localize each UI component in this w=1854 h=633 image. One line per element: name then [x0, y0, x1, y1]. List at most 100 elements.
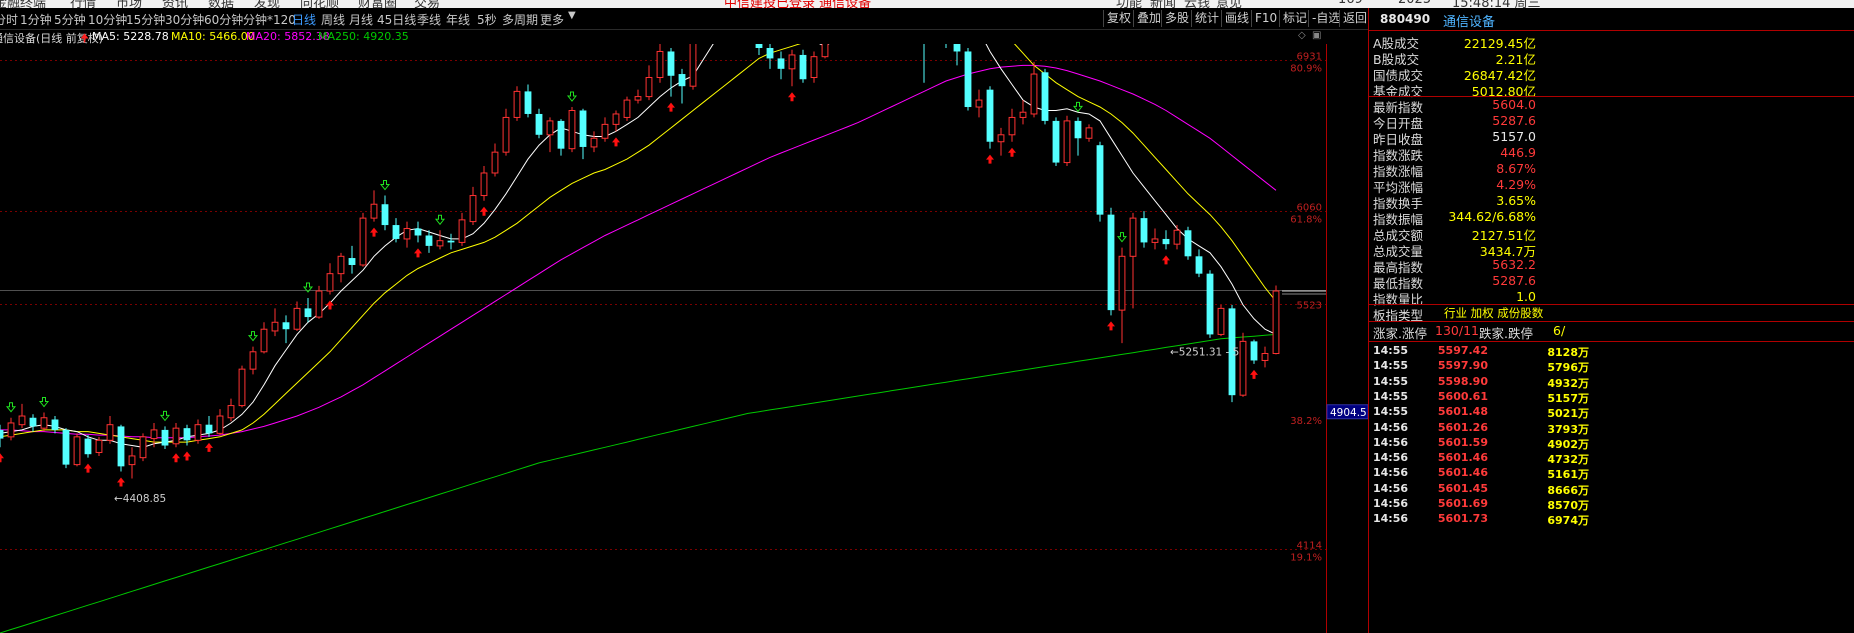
- menu-item[interactable]: 云钱: [1184, 0, 1210, 8]
- tab-45day[interactable]: 45日线: [377, 11, 416, 28]
- tick-row: 14:55 5597.42 8128万: [1369, 344, 1589, 359]
- candle-body: [29, 417, 37, 427]
- tab-multi-period[interactable]: 多周期: [502, 11, 538, 28]
- candle-body: [205, 424, 213, 434]
- toolbar-f10[interactable]: F10: [1251, 10, 1280, 27]
- tab-5sec[interactable]: 5秒: [477, 11, 497, 28]
- tick-time: 14:55: [1373, 374, 1409, 388]
- candle-body: [788, 54, 796, 70]
- tab-more[interactable]: 更多: [540, 11, 564, 28]
- tick-row: 14:56 5601.73 6974万: [1369, 512, 1589, 527]
- buy-signal-arrow: [612, 137, 620, 147]
- menu-item[interactable]: 同花顺: [300, 0, 339, 8]
- index-code: 880490: [1380, 12, 1431, 26]
- candle-body: [1063, 120, 1071, 164]
- candle-down: [1096, 141, 1104, 222]
- candle-up: [469, 186, 477, 226]
- candle-body: [601, 123, 609, 139]
- toolbar-multi-stock[interactable]: 多股: [1161, 10, 1192, 27]
- index-name[interactable]: 通信设备: [1443, 11, 1495, 30]
- tick-time: 14:55: [1373, 389, 1409, 403]
- tick-row: 14:56 5601.69 8570万: [1369, 497, 1589, 512]
- menu-item[interactable]: 行情: [70, 0, 96, 8]
- candle-body: [535, 113, 543, 135]
- tab-5min[interactable]: 5分钟: [54, 11, 86, 28]
- toolbar-draw-line[interactable]: 画线: [1221, 10, 1252, 27]
- menu-item[interactable]: 新闻: [1150, 0, 1176, 8]
- toolbar-overlay[interactable]: 叠加: [1133, 10, 1164, 27]
- candlestick-chart[interactable]: 693180.9% 606061.8% 5523 411419.1% 4904.5 38.…: [0, 44, 1368, 633]
- tick-row: 14:56 5601.26 3793万: [1369, 421, 1589, 436]
- menu-item[interactable]: 意见: [1216, 0, 1242, 8]
- chevron-down-icon[interactable]: ▼: [568, 10, 576, 21]
- tab-120min[interactable]: 分钟*120: [243, 11, 296, 28]
- tick-row: 14:55 5600.61 5157万: [1369, 389, 1589, 405]
- candle-body: [986, 89, 994, 142]
- toolbar-restore-rights[interactable]: 复权: [1103, 10, 1134, 27]
- buy-signal-arrow: [1162, 255, 1170, 265]
- menu-item[interactable]: 交易: [414, 0, 440, 8]
- tick-row: 14:55 5601.48 5021万: [1369, 405, 1589, 420]
- stat-row: 指数换手 3.65%: [1369, 193, 1536, 211]
- candle-down: [0, 424, 4, 448]
- tick-price: 5597.90: [1437, 359, 1488, 373]
- candle-up: [491, 143, 499, 177]
- tab-60min[interactable]: 60分钟: [204, 11, 243, 28]
- candle-up: [997, 127, 1005, 156]
- tick-volume: 4902万: [1547, 437, 1589, 451]
- candle-up: [788, 49, 796, 87]
- tab-quarterly[interactable]: 季线: [417, 11, 441, 28]
- candle-body: [1019, 111, 1027, 118]
- candle-up: [1085, 124, 1093, 142]
- tick-volume: 5157万: [1547, 391, 1589, 405]
- menu-item[interactable]: 金融终端: [0, 0, 46, 8]
- tab-10min[interactable]: 10分钟: [88, 11, 127, 28]
- panel-header: 880490 通信设备: [1369, 8, 1854, 31]
- menu-item[interactable]: 资讯: [162, 0, 188, 8]
- tab-weekly[interactable]: 周线: [321, 11, 345, 28]
- tick-price: 5601.48: [1437, 405, 1488, 419]
- menu-item[interactable]: 数据: [208, 0, 234, 8]
- candle-body: [425, 235, 433, 246]
- sell-signal-arrow: [38, 397, 50, 408]
- tab-yearly[interactable]: 年线: [446, 11, 470, 28]
- candle-body: [568, 109, 576, 150]
- tab-daily[interactable]: 日线: [292, 11, 316, 28]
- candle-body: [480, 172, 488, 197]
- candle-down: [1162, 230, 1170, 250]
- toolbar-statistics[interactable]: 统计: [1191, 10, 1222, 27]
- tick-volume: 5021万: [1547, 407, 1589, 421]
- candle-body: [161, 429, 169, 446]
- buy-signal-arrow: [172, 453, 180, 463]
- collapse-icon[interactable]: ◇: [1298, 30, 1306, 41]
- candle-body: [656, 50, 664, 79]
- menu-item[interactable]: 财富圈: [358, 0, 397, 8]
- candle-up: [590, 131, 598, 153]
- buy-signal-arrow: [667, 102, 675, 112]
- tab-fenshi[interactable]: 分时: [0, 11, 18, 28]
- candle-up: [436, 230, 444, 250]
- candle-up: [502, 108, 510, 156]
- stat-row: 今日开盘 5287.6: [1369, 113, 1536, 131]
- toolbar-mark[interactable]: 标记: [1279, 10, 1310, 27]
- menu-item[interactable]: 发现: [254, 0, 280, 8]
- menu-item[interactable]: 功能: [1116, 0, 1142, 8]
- menu-item[interactable]: 市场: [116, 0, 142, 8]
- buy-signal-arrow: [0, 453, 4, 463]
- candle-up: [1217, 304, 1225, 337]
- candle-body: [18, 415, 26, 426]
- stat-row: 基金成交 5012.80亿: [1369, 81, 1536, 99]
- tab-30min[interactable]: 30分钟: [165, 11, 204, 28]
- sell-signal-arrow: [434, 214, 446, 226]
- toolbar-back[interactable]: 返回: [1339, 10, 1370, 27]
- candle-body: [1107, 214, 1115, 311]
- candle-body: [953, 44, 961, 52]
- candle-body: [469, 195, 477, 223]
- tab-1min[interactable]: 1分钟: [20, 11, 52, 28]
- updown-label: 涨家.涨停: [1373, 326, 1427, 341]
- expand-icon[interactable]: ▣: [1312, 30, 1321, 41]
- tick-volume: 5161万: [1547, 468, 1589, 482]
- candle-body: [139, 436, 147, 459]
- tab-monthly[interactable]: 月线: [349, 11, 373, 28]
- tab-15min[interactable]: 15分钟: [126, 11, 165, 28]
